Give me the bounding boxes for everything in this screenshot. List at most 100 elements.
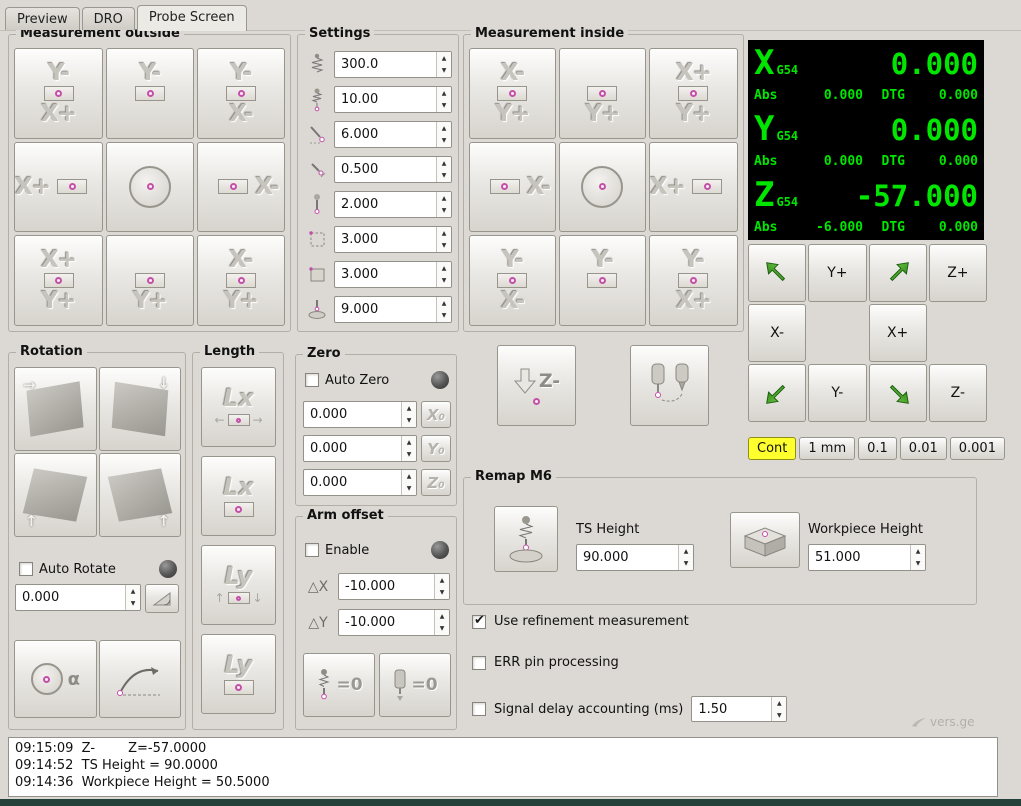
jog-x-minus-button[interactable]: X- [748,304,807,362]
probe-outside-edge-bottom-button[interactable]: Y+ [106,235,194,326]
spinner-buttons[interactable] [436,52,451,77]
rotate-bottom-right-button[interactable]: ↑ [98,453,181,537]
rotate-top-left-button[interactable]: → [14,367,97,451]
spinner-buttons[interactable] [434,610,449,635]
probe-outside-corner-bottom-right-button[interactable]: X- Y+ [197,235,285,326]
spinner-buttons[interactable] [434,574,449,599]
length-y-center-button[interactable]: Ly [201,634,276,714]
length-x-edge-button[interactable]: Lx [201,367,276,447]
spinner-buttons[interactable] [436,122,451,147]
jog-y-plus-button[interactable]: Y+ [808,244,867,302]
spin-value: 3.000 [341,267,379,282]
tab-preview[interactable]: Preview [5,7,80,30]
probe-inside-edge-bottom-button[interactable]: Y- [558,235,646,326]
jog-z-minus-button[interactable]: Z- [928,364,987,422]
increment-0-01-button[interactable]: 0.01 [899,437,947,460]
increment-0-001-button[interactable]: 0.001 [949,437,1005,460]
probe-inside-edge-top-button[interactable]: Y+ [558,48,646,139]
apply-rotation-button[interactable] [145,584,179,613]
rotation-angle-spinbox[interactable]: 0.000 [15,584,141,611]
zero-z-button[interactable]: Z₀ [421,469,451,496]
latch-distance-spinbox[interactable]: 0.500 [334,156,452,183]
probe-inside-corner-bottom-left-button[interactable]: Y- X- [469,235,556,326]
fast-speed-spinbox[interactable]: 300.0 [334,51,452,78]
probe-set-zero-button[interactable]: =0 [303,653,375,717]
xy-clearance-spinbox[interactable]: 3.000 [334,226,452,253]
zero-z-spinbox[interactable]: 0.000 [303,469,417,496]
probe-diameter-spinbox[interactable]: 2.000 [334,191,452,218]
probe-inside-edge-right-button[interactable]: X+ [648,141,738,233]
probe-outside-edge-top-button[interactable]: Y- [106,48,194,139]
rotate-by-hole-alpha-button[interactable]: α [14,640,97,718]
arm-offset-enable-checkbox[interactable] [305,543,319,557]
spinner-buttons[interactable] [436,297,451,322]
zero-y-button[interactable]: Y₀ [421,435,451,462]
probe-outside-corner-top-right-button[interactable]: Y- X- [197,48,285,139]
rotate-by-edge-button[interactable] [98,640,181,718]
tool-measurement-button[interactable] [630,345,709,426]
spinner-buttons[interactable] [436,262,451,287]
tab-dro[interactable]: DRO [81,7,135,30]
spinner-buttons[interactable] [771,697,787,721]
spinner-buttons[interactable] [436,192,451,217]
zero-y-spinbox[interactable]: 0.000 [303,435,417,462]
spinner-buttons[interactable] [125,585,140,610]
rotate-top-right-button[interactable]: ↓ [98,367,181,451]
err-pin-checkbox[interactable] [472,655,486,670]
probe-outside-corner-top-left-button[interactable]: Y- X+ [14,48,104,139]
jog-down-right-button[interactable] [868,364,927,422]
vers-ge-logo: vers.ge [911,715,974,729]
signal-delay-spinbox[interactable]: 1.50 [691,696,788,722]
probe-outside-edge-left-button[interactable]: X+ [14,141,104,233]
spinner-buttons[interactable] [436,87,451,112]
jog-up-right-button[interactable] [868,244,927,302]
zero-x-button[interactable]: X₀ [421,401,451,428]
signal-delay-checkbox[interactable] [472,702,486,716]
rotate-bottom-left-button[interactable]: ↑ [14,453,97,537]
probe-height-spinbox[interactable]: 9.000 [334,296,452,323]
increment-0-1-button[interactable]: 0.1 [858,437,897,460]
arm-offset-x-spinbox[interactable]: -10.000 [338,573,450,600]
arm-offset-y-spinbox[interactable]: -10.000 [338,609,450,636]
probe-outside-corner-bottom-left-button[interactable]: X+ Y+ [14,235,104,326]
length-y-edge-button[interactable]: Ly [201,545,276,625]
refinement-checkbox[interactable] [472,613,486,629]
auto-zero-checkbox[interactable] [305,373,319,387]
spinner-buttons[interactable] [401,436,416,461]
probe-inside-corner-bottom-right-button[interactable]: Y- X+ [648,235,738,326]
increment-cont-button[interactable]: Cont [748,437,797,460]
jog-x-plus-button[interactable]: X+ [868,304,927,362]
probe-inside-corner-top-right-button[interactable]: X+ Y+ [648,48,738,139]
spinner-buttons[interactable] [678,545,693,570]
probe-outside-edge-right-button[interactable]: X- [197,141,285,233]
jog-down-left-button[interactable] [748,364,807,422]
jog-y-minus-button[interactable]: Y- [808,364,867,422]
probe-inside-corner-top-left-button[interactable]: X- Y+ [469,48,556,139]
probe-tip-icon [703,183,711,191]
jog-z-plus-button[interactable]: Z+ [928,244,987,302]
increment-1mm-button[interactable]: 1 mm [799,437,856,460]
auto-rotate-checkbox[interactable] [19,562,33,576]
probe-inside-center-hole-button[interactable] [558,141,646,233]
probe-outside-center-boss-button[interactable] [106,141,194,233]
spinner-buttons[interactable] [436,157,451,182]
log-view[interactable]: 09:15:09 Z- Z=-57.0000 09:14:52 TS Heigh… [8,737,998,797]
probe-z-down-button[interactable]: Z- [497,345,576,426]
jog-up-left-button[interactable] [748,244,807,302]
tool-set-zero-button[interactable]: =0 [379,653,451,717]
probe-speed-spinbox[interactable]: 10.00 [334,86,452,113]
max-travel-spinbox[interactable]: 6.000 [334,121,452,148]
length-x-center-button[interactable]: Lx [201,456,276,536]
spinner-buttons[interactable] [436,227,451,252]
ts-height-spinbox[interactable]: 90.000 [576,544,694,571]
spinner-buttons[interactable] [910,545,925,570]
z-clearance-spinbox[interactable]: 3.000 [334,261,452,288]
spinner-buttons[interactable] [401,402,416,427]
zero-x-spinbox[interactable]: 0.000 [303,401,417,428]
spinner-buttons[interactable] [401,470,416,495]
probe-inside-edge-left-button[interactable]: X- [469,141,556,233]
workpiece-height-spinbox[interactable]: 51.000 [808,544,926,571]
tab-probe-screen[interactable]: Probe Screen [136,5,247,31]
ts-height-probe-button[interactable] [494,506,558,572]
workpiece-height-button[interactable] [730,512,800,568]
